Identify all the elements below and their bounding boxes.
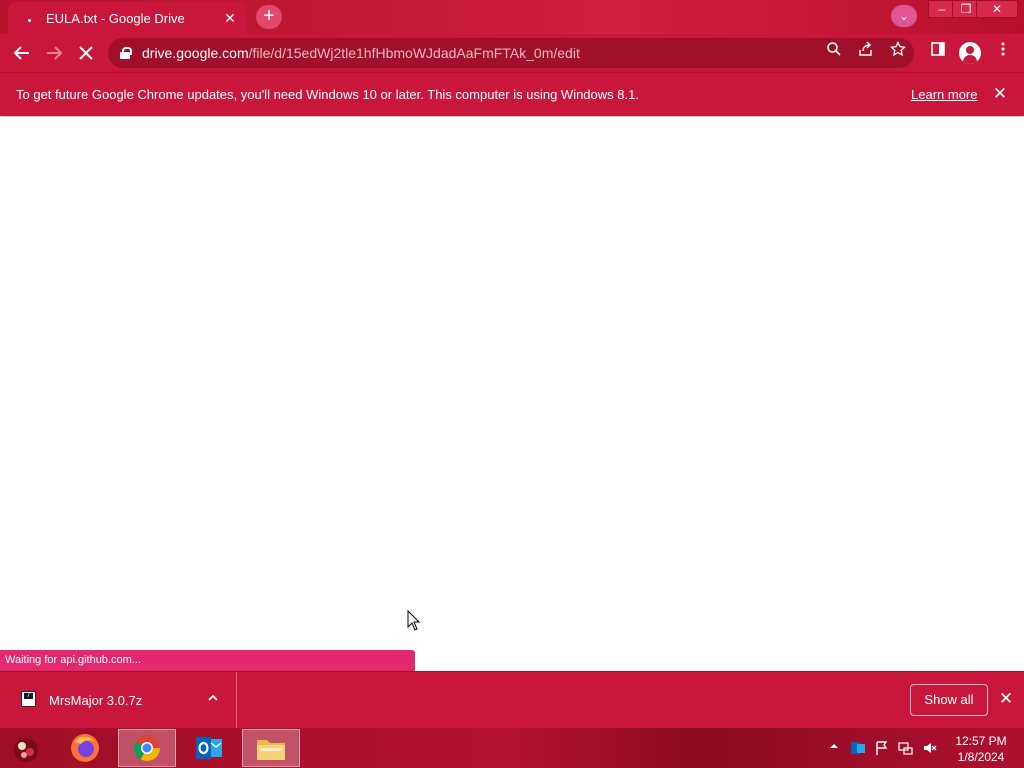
taskbar-outlook[interactable] [180,729,238,767]
forward-button[interactable] [41,40,67,66]
back-arrow-icon [13,46,29,60]
taskbar-chrome[interactable] [118,729,176,767]
search-icon[interactable] [825,41,843,59]
show-all-button[interactable]: Show all [910,684,988,716]
taskbar-file-explorer[interactable] [242,729,300,767]
start-orb-icon [14,738,38,762]
address-bar[interactable]: drive.google.com/file/d/15edWj2tle1hfHbm… [108,38,914,68]
tab-search-button[interactable]: ⌄ [891,5,917,27]
tab-strip: EULA.txt - Google Drive ✕ + ⌄ – ❐ ✕ [0,0,1024,34]
new-tab-button[interactable]: + [256,5,282,29]
status-bubble: Waiting for api.github.com... [0,650,415,671]
side-panel-icon[interactable] [925,40,951,66]
download-shelf: 7 MrsMajor 3.0.7z Show all ✕ [0,671,1024,729]
bookmark-star-icon[interactable] [889,40,907,59]
tab-close-button[interactable]: ✕ [220,10,240,27]
start-button[interactable] [6,732,46,766]
tray-outlook-icon[interactable] [850,740,866,756]
taskbar-firefox[interactable] [56,729,114,767]
tab-title: EULA.txt - Google Drive [46,10,185,26]
window-close-button[interactable]: ✕ [976,0,1018,18]
profile-avatar[interactable] [959,42,981,64]
chevron-up-icon[interactable] [204,691,222,709]
stop-loading-button[interactable] [73,40,99,66]
folder-icon [257,740,285,760]
firefox-icon [71,734,99,762]
infobar-message: To get future Google Chrome updates, you… [16,87,639,102]
clock-date: 1/8/2024 [957,750,1005,764]
network-icon[interactable] [898,740,914,756]
tab-eula-drive[interactable]: EULA.txt - Google Drive ✕ [8,2,246,34]
download-filename: MrsMajor 3.0.7z [49,693,143,708]
kebab-menu-icon[interactable] [990,40,1016,66]
learn-more-link[interactable]: Learn more [911,87,977,102]
7z-file-icon: 7 [21,691,36,707]
loading-throbber-icon [22,10,38,26]
url-host: drive.google.com [142,45,249,61]
show-hidden-icons-icon[interactable] [826,740,842,756]
outlook-icon [196,737,222,759]
forward-arrow-icon [47,46,63,60]
page-content [0,117,1024,671]
url-path: /file/d/15edWj2tle1hfHbmoWJdadAaFmFTAk_0… [248,45,580,61]
shelf-close-button[interactable]: ✕ [996,689,1016,709]
back-button[interactable] [9,40,35,66]
update-infobar: To get future Google Chrome updates, you… [0,72,1024,116]
system-clock[interactable]: 12:57 PM 1/8/2024 [950,733,1012,765]
volume-muted-icon[interactable] [922,740,938,756]
stop-x-icon [79,46,93,60]
chrome-icon [133,735,161,762]
windows-taskbar: 12:57 PM 1/8/2024 [0,728,1024,768]
action-center-flag-icon[interactable] [874,740,890,756]
share-icon[interactable] [857,41,875,59]
infobar-close-button[interactable]: ✕ [990,84,1010,104]
download-item[interactable]: 7 MrsMajor 3.0.7z [0,672,237,729]
mouse-cursor-icon [407,610,421,631]
clock-time: 12:57 PM [955,734,1007,748]
lock-icon[interactable] [120,47,132,59]
browser-toolbar: drive.google.com/file/d/15edWj2tle1hfHbm… [0,34,1024,72]
